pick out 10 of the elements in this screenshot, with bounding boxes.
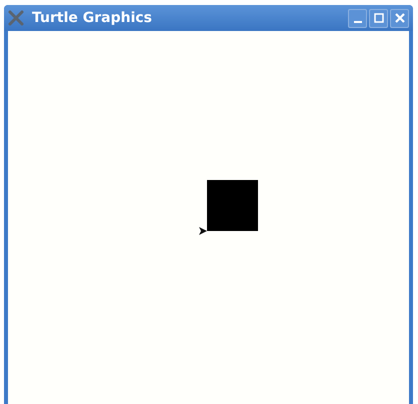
turtle-cursor-icon bbox=[199, 227, 207, 235]
minimize-button[interactable] bbox=[348, 8, 367, 28]
maximize-icon bbox=[372, 12, 384, 24]
square bbox=[207, 180, 258, 231]
window-title: Turtle Graphics bbox=[32, 10, 152, 26]
cross-icon bbox=[8, 10, 24, 26]
minimize-icon bbox=[354, 21, 362, 23]
close-icon bbox=[394, 12, 406, 24]
maximize-button[interactable] bbox=[369, 8, 388, 28]
close-button[interactable] bbox=[390, 8, 409, 28]
